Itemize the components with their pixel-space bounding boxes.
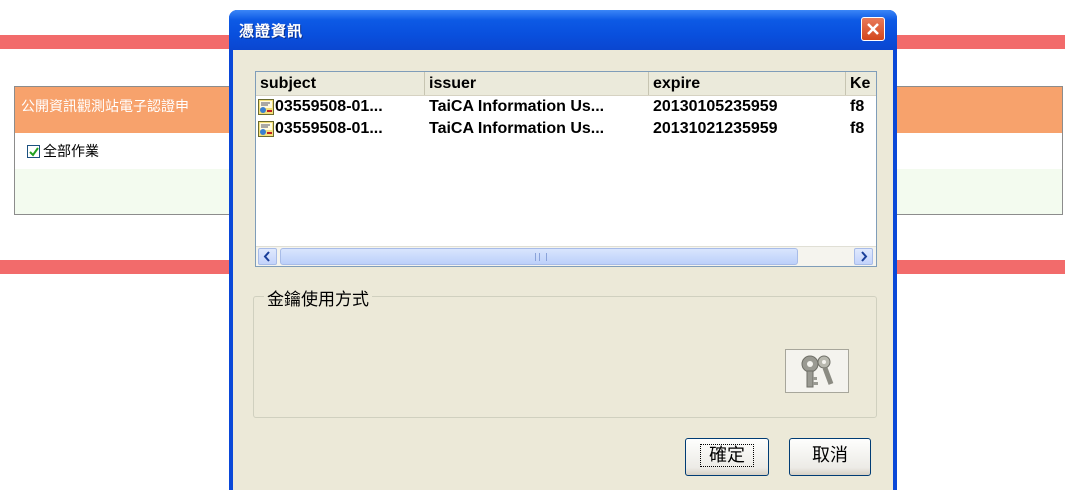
checkmark-icon — [29, 146, 39, 157]
ok-button[interactable]: 確定 — [685, 438, 769, 476]
cell-issuer: TaiCA Information Us... — [429, 120, 605, 137]
close-button[interactable] — [861, 17, 885, 41]
column-header-expire[interactable]: expire — [649, 72, 846, 95]
cell-key: f8 — [850, 98, 865, 115]
column-header-issuer[interactable]: issuer — [425, 72, 649, 95]
scroll-thumb[interactable] — [280, 248, 798, 265]
key-usage-button[interactable] — [785, 349, 849, 393]
table-row[interactable]: 03559508-01... TaiCA Information Us... 2… — [256, 118, 876, 140]
certificate-icon — [258, 99, 274, 115]
certificate-info-dialog: 憑證資訊 subject issuer expire Ke 03559508-0… — [229, 10, 897, 490]
all-operations-checkbox[interactable] — [27, 144, 40, 158]
dialog-title: 憑證資訊 — [239, 22, 304, 40]
scroll-left-button[interactable] — [258, 248, 277, 265]
cell-expire: 20130105235959 — [653, 98, 778, 115]
cancel-button[interactable]: 取消 — [789, 438, 871, 476]
all-operations-label: 全部作業 — [43, 144, 99, 160]
horizontal-scrollbar[interactable] — [256, 246, 876, 266]
close-icon — [867, 23, 879, 35]
cell-issuer: TaiCA Information Us... — [429, 98, 605, 115]
certificate-icon — [258, 121, 274, 137]
grip-icon — [535, 253, 547, 261]
certificate-list[interactable]: subject issuer expire Ke 03559508-01... — [255, 71, 877, 267]
dialog-title-bar[interactable]: 憑證資訊 — [229, 10, 897, 50]
table-row[interactable]: 03559508-01... TaiCA Information Us... 2… — [256, 96, 876, 118]
subject-text: 03559508-01... — [275, 98, 383, 115]
cell-key: f8 — [850, 120, 865, 137]
key-usage-group: 金鑰使用方式 — [253, 285, 877, 418]
arrow-left-icon — [263, 251, 270, 262]
scroll-right-button[interactable] — [854, 248, 873, 265]
key-usage-label: 金鑰使用方式 — [264, 285, 372, 310]
cell-subject: 03559508-01... — [256, 96, 425, 118]
subject-text: 03559508-01... — [275, 120, 383, 137]
list-header: subject issuer expire Ke — [256, 72, 876, 96]
column-header-key[interactable]: Ke — [846, 72, 876, 95]
keys-icon — [801, 355, 834, 388]
column-header-subject[interactable]: subject — [256, 72, 425, 95]
dialog-client-area: subject issuer expire Ke 03559508-01... — [233, 50, 893, 490]
cell-subject: 03559508-01... — [256, 118, 425, 140]
arrow-right-icon — [861, 251, 868, 262]
cell-expire: 20131021235959 — [653, 120, 778, 137]
ok-button-label: 確定 — [700, 444, 754, 467]
